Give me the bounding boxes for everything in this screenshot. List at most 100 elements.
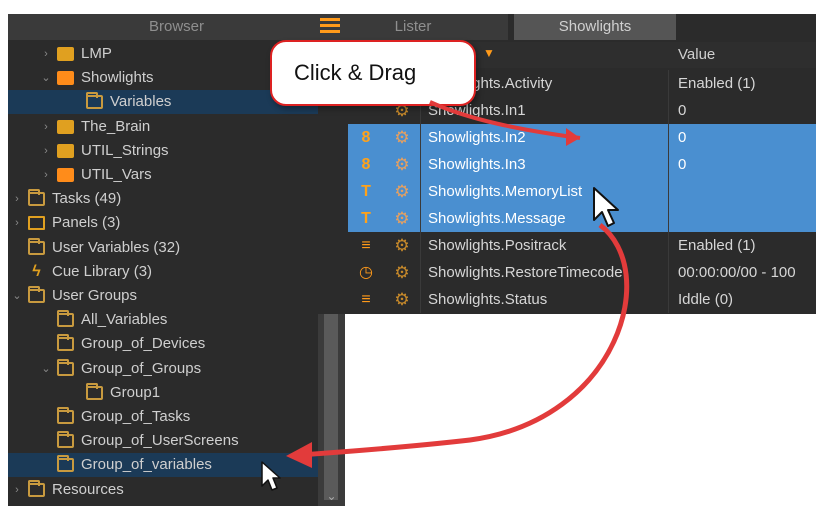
- column-divider: [420, 232, 421, 259]
- column-divider: [668, 97, 669, 124]
- folder-icon: [57, 455, 74, 473]
- tab-showlights[interactable]: Showlights: [514, 14, 676, 40]
- tree-item[interactable]: › Tasks (49): [8, 187, 318, 211]
- variable-value[interactable]: 0: [678, 124, 816, 151]
- tree-item[interactable]: › Resources: [8, 478, 318, 502]
- tree-item-label: Group_of_Groups: [81, 359, 202, 377]
- tree-item-label: LMP: [81, 45, 112, 62]
- variable-row[interactable]: ◷ ⚙ Showlights.RestoreTimecode 00:00:00/00 …: [348, 259, 816, 286]
- column-divider: [668, 70, 669, 97]
- tree-item[interactable]: Group_of_Devices: [8, 332, 318, 356]
- variable-value[interactable]: Iddle (0): [678, 286, 816, 313]
- chevron-right-icon[interactable]: ›: [39, 115, 53, 139]
- tree-item-label: Showlights: [81, 69, 154, 87]
- tree-item[interactable]: Group_of_UserScreens: [8, 429, 318, 453]
- column-divider: [420, 205, 421, 232]
- type-icon: 8: [361, 156, 371, 173]
- tree-item[interactable]: › UTIL_Vars: [8, 163, 318, 187]
- gear-icon[interactable]: ⚙: [384, 259, 420, 286]
- folder-icon: [57, 334, 74, 352]
- tree-item-label: Group_of_Tasks: [81, 408, 191, 425]
- column-divider: [668, 151, 669, 178]
- value-column-header[interactable]: Value: [678, 42, 715, 68]
- gear-icon[interactable]: ⚙: [384, 286, 420, 313]
- tree-item-label: Group1: [110, 383, 161, 401]
- column-divider: [420, 178, 421, 205]
- variable-row[interactable]: 8 ⚙ Showlights.In3 0: [348, 151, 816, 178]
- tree-item[interactable]: User Variables (32): [8, 236, 318, 260]
- tree-item[interactable]: ⌄ User Groups: [8, 284, 318, 308]
- tree-item[interactable]: Group_of_Tasks: [8, 405, 318, 429]
- chevron-right-icon[interactable]: ›: [39, 139, 53, 163]
- variable-value[interactable]: Enabled (1): [678, 232, 816, 259]
- tree-item[interactable]: Group_of_variables: [8, 453, 318, 478]
- chevron-right-icon[interactable]: ›: [10, 211, 24, 235]
- folder-icon: [57, 431, 74, 449]
- chevron-down-icon[interactable]: ⌄: [39, 357, 53, 381]
- gear-icon[interactable]: ⚙: [384, 178, 420, 205]
- brain-icon: [57, 119, 74, 134]
- tree-item-label: Resources: [52, 480, 124, 498]
- speaker-icon: [57, 71, 74, 86]
- tree-item[interactable]: ϟ Cue Library (3): [8, 260, 318, 284]
- scroll-down-arrow-icon[interactable]: ⌄: [318, 486, 345, 506]
- variable-name: Showlights.In2: [428, 129, 526, 146]
- tree-item-label: All_Variables: [81, 311, 168, 329]
- chevron-down-icon[interactable]: ⌄: [10, 284, 24, 308]
- gear-icon[interactable]: ⚙: [384, 205, 420, 232]
- tree-item[interactable]: › Panels (3): [8, 211, 318, 235]
- tree-item-label: Tasks (49): [52, 190, 122, 208]
- type-icon: ≡: [361, 291, 371, 308]
- tree-item-label: The_Brain: [81, 117, 151, 135]
- chevron-down-icon[interactable]: ⌄: [39, 66, 53, 90]
- tree-item[interactable]: › UTIL_Strings: [8, 139, 318, 163]
- variable-row[interactable]: T ⚙ Showlights.MemoryList: [348, 178, 816, 205]
- tab-lister[interactable]: Lister: [318, 14, 508, 40]
- type-icon: T: [361, 183, 371, 200]
- tree-item-label: Cue Library (3): [52, 262, 153, 280]
- menu-icon[interactable]: [320, 18, 340, 36]
- callout-bubble: Click & Drag: [270, 40, 476, 106]
- variable-row[interactable]: 8 ⚙ Showlights.In2 0: [348, 124, 816, 151]
- chevron-right-icon[interactable]: ›: [10, 187, 24, 211]
- tree-item-label: Group_of_UserScreens: [81, 432, 239, 450]
- column-divider: [668, 205, 669, 232]
- chevron-right-icon[interactable]: ›: [39, 42, 53, 66]
- tree-item-label: Panels (3): [52, 214, 121, 232]
- tree-item-label: UTIL_Vars: [81, 166, 152, 183]
- orange-block-icon: [57, 168, 74, 182]
- folder-icon: [57, 407, 74, 424]
- gold-block-icon: [57, 47, 74, 61]
- variable-value[interactable]: Enabled (1): [678, 70, 816, 97]
- column-divider: [668, 259, 669, 286]
- tree-item-label: UTIL_Strings: [81, 141, 169, 159]
- variable-row[interactable]: ≡ ⚙ Showlights.Status Iddle (0): [348, 286, 816, 313]
- type-icon: T: [361, 210, 371, 227]
- folder-icon: [28, 479, 45, 497]
- folder-icon: [86, 92, 103, 110]
- tree-item[interactable]: › The_Brain: [8, 115, 318, 139]
- chevron-right-icon[interactable]: ›: [10, 478, 24, 502]
- gear-icon[interactable]: ⚙: [384, 232, 420, 259]
- tree-item[interactable]: All_Variables: [8, 308, 318, 332]
- gear-icon[interactable]: ⚙: [384, 151, 420, 178]
- variable-name: Showlights.Message: [428, 210, 566, 227]
- variable-name: Showlights.Status: [428, 291, 548, 308]
- variable-value[interactable]: 0: [678, 151, 816, 178]
- tree-item-label: Variables: [110, 93, 172, 111]
- folder-icon: [28, 286, 45, 303]
- column-divider: [420, 286, 421, 313]
- gold-block-icon: [57, 143, 74, 158]
- variable-value[interactable]: 0: [678, 97, 816, 124]
- gear-icon[interactable]: ⚙: [384, 124, 420, 151]
- variable-row[interactable]: ≡ ⚙ Showlights.Positrack Enabled (1): [348, 232, 816, 259]
- tree-item-label: Group_of_variables: [81, 456, 212, 474]
- variable-value[interactable]: 00:00:00/00 - 100: [678, 259, 816, 286]
- variable-row[interactable]: T ⚙ Showlights.Message: [348, 205, 816, 232]
- tree-item[interactable]: ⌄ Group_of_Groups: [8, 357, 318, 381]
- type-icon: 8: [361, 129, 371, 146]
- folder-icon: [57, 310, 74, 328]
- tree-item[interactable]: Group1: [8, 381, 318, 405]
- folder-icon: [28, 189, 45, 207]
- chevron-right-icon[interactable]: ›: [39, 163, 53, 187]
